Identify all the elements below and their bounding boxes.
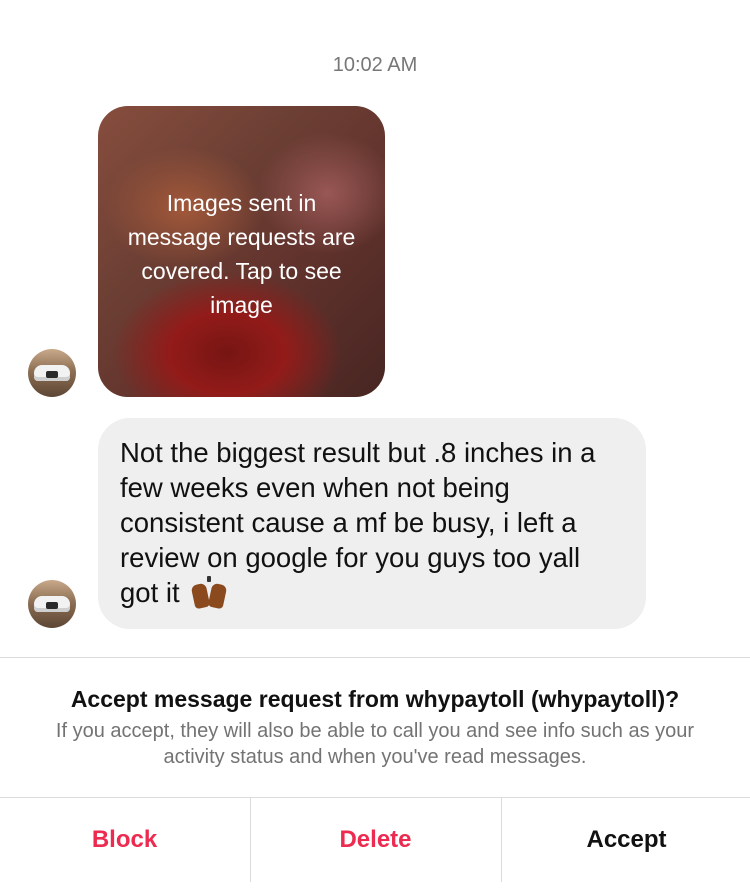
delete-button[interactable]: Delete bbox=[251, 798, 500, 882]
sender-avatar[interactable] bbox=[28, 580, 76, 628]
accept-button[interactable]: Accept bbox=[502, 798, 750, 882]
raising-hands-emoji-icon bbox=[190, 576, 228, 610]
request-title: Accept message request from whypaytoll (… bbox=[70, 686, 680, 712]
image-cover-text: Images sent in message requests are cove… bbox=[127, 190, 356, 318]
request-description: If you accept, they will also be able to… bbox=[55, 720, 695, 768]
sender-avatar[interactable] bbox=[28, 349, 76, 397]
message-timestamp: 10:02 AM bbox=[332, 54, 418, 76]
request-divider bbox=[0, 657, 750, 658]
car-grille bbox=[46, 602, 58, 609]
car-grille bbox=[46, 371, 58, 378]
text-message-bubble[interactable]: Not the biggest result but .8 inches in … bbox=[98, 418, 646, 629]
covered-image-message[interactable]: Images sent in message requests are cove… bbox=[98, 106, 385, 397]
block-button[interactable]: Block bbox=[0, 798, 249, 882]
